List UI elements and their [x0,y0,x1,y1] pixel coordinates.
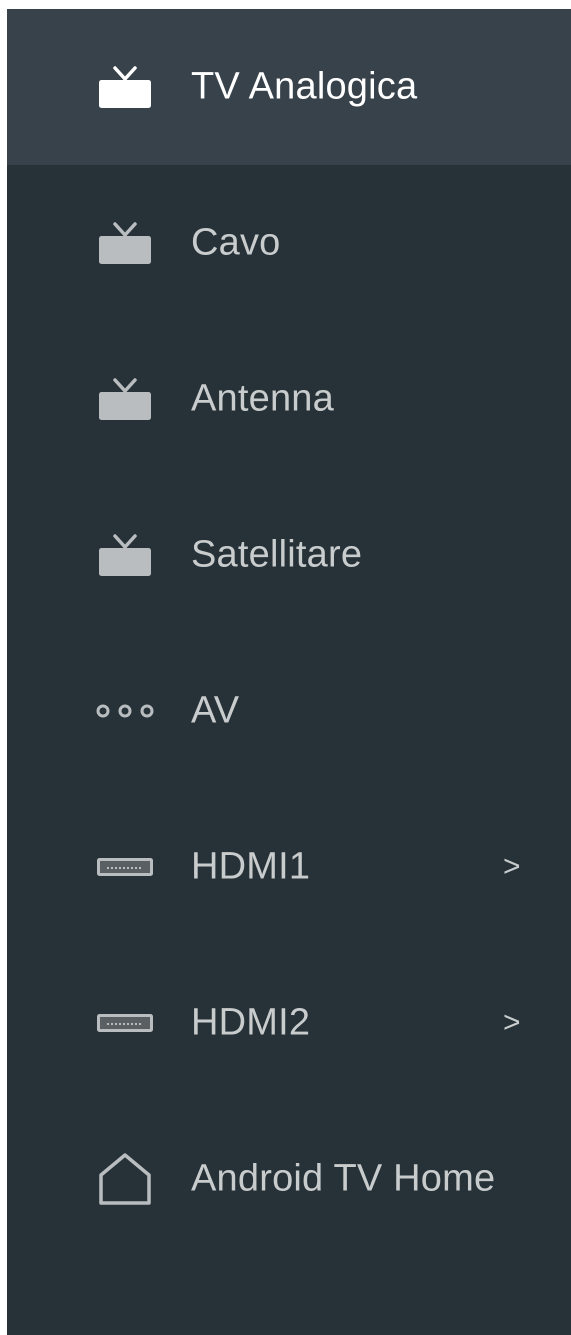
menu-item-tv-analogica[interactable]: TV Analogica [7,9,571,165]
hdmi-port-icon [95,993,155,1053]
menu-item-label: Android TV Home [191,1157,496,1200]
tv-icon [95,213,155,273]
menu-item-label: Cavo [191,221,281,264]
menu-item-label: TV Analogica [191,65,418,108]
menu-item-label: HDMI1 [191,845,311,888]
menu-item-antenna[interactable]: Antenna [7,321,571,477]
chevron-right-icon: > [503,1006,521,1039]
menu-item-label: Antenna [191,377,334,420]
menu-item-satellitare[interactable]: Satellitare [7,477,571,633]
menu-item-label: HDMI2 [191,1001,311,1044]
av-connector-icon [95,681,155,741]
input-source-menu: TV Analogica Cavo Antenna Satellitare AV… [7,9,571,1335]
menu-item-hdmi1[interactable]: HDMI1 > [7,789,571,945]
menu-item-cavo[interactable]: Cavo [7,165,571,321]
menu-item-av[interactable]: AV [7,633,571,789]
menu-item-label: AV [191,689,240,732]
menu-item-android-tv-home[interactable]: Android TV Home [7,1101,571,1257]
tv-icon [95,525,155,585]
tv-icon [95,369,155,429]
chevron-right-icon: > [503,850,521,883]
menu-item-label: Satellitare [191,533,363,576]
hdmi-port-icon [95,837,155,897]
home-icon [95,1149,155,1209]
menu-item-hdmi2[interactable]: HDMI2 > [7,945,571,1101]
tv-icon [95,57,155,117]
